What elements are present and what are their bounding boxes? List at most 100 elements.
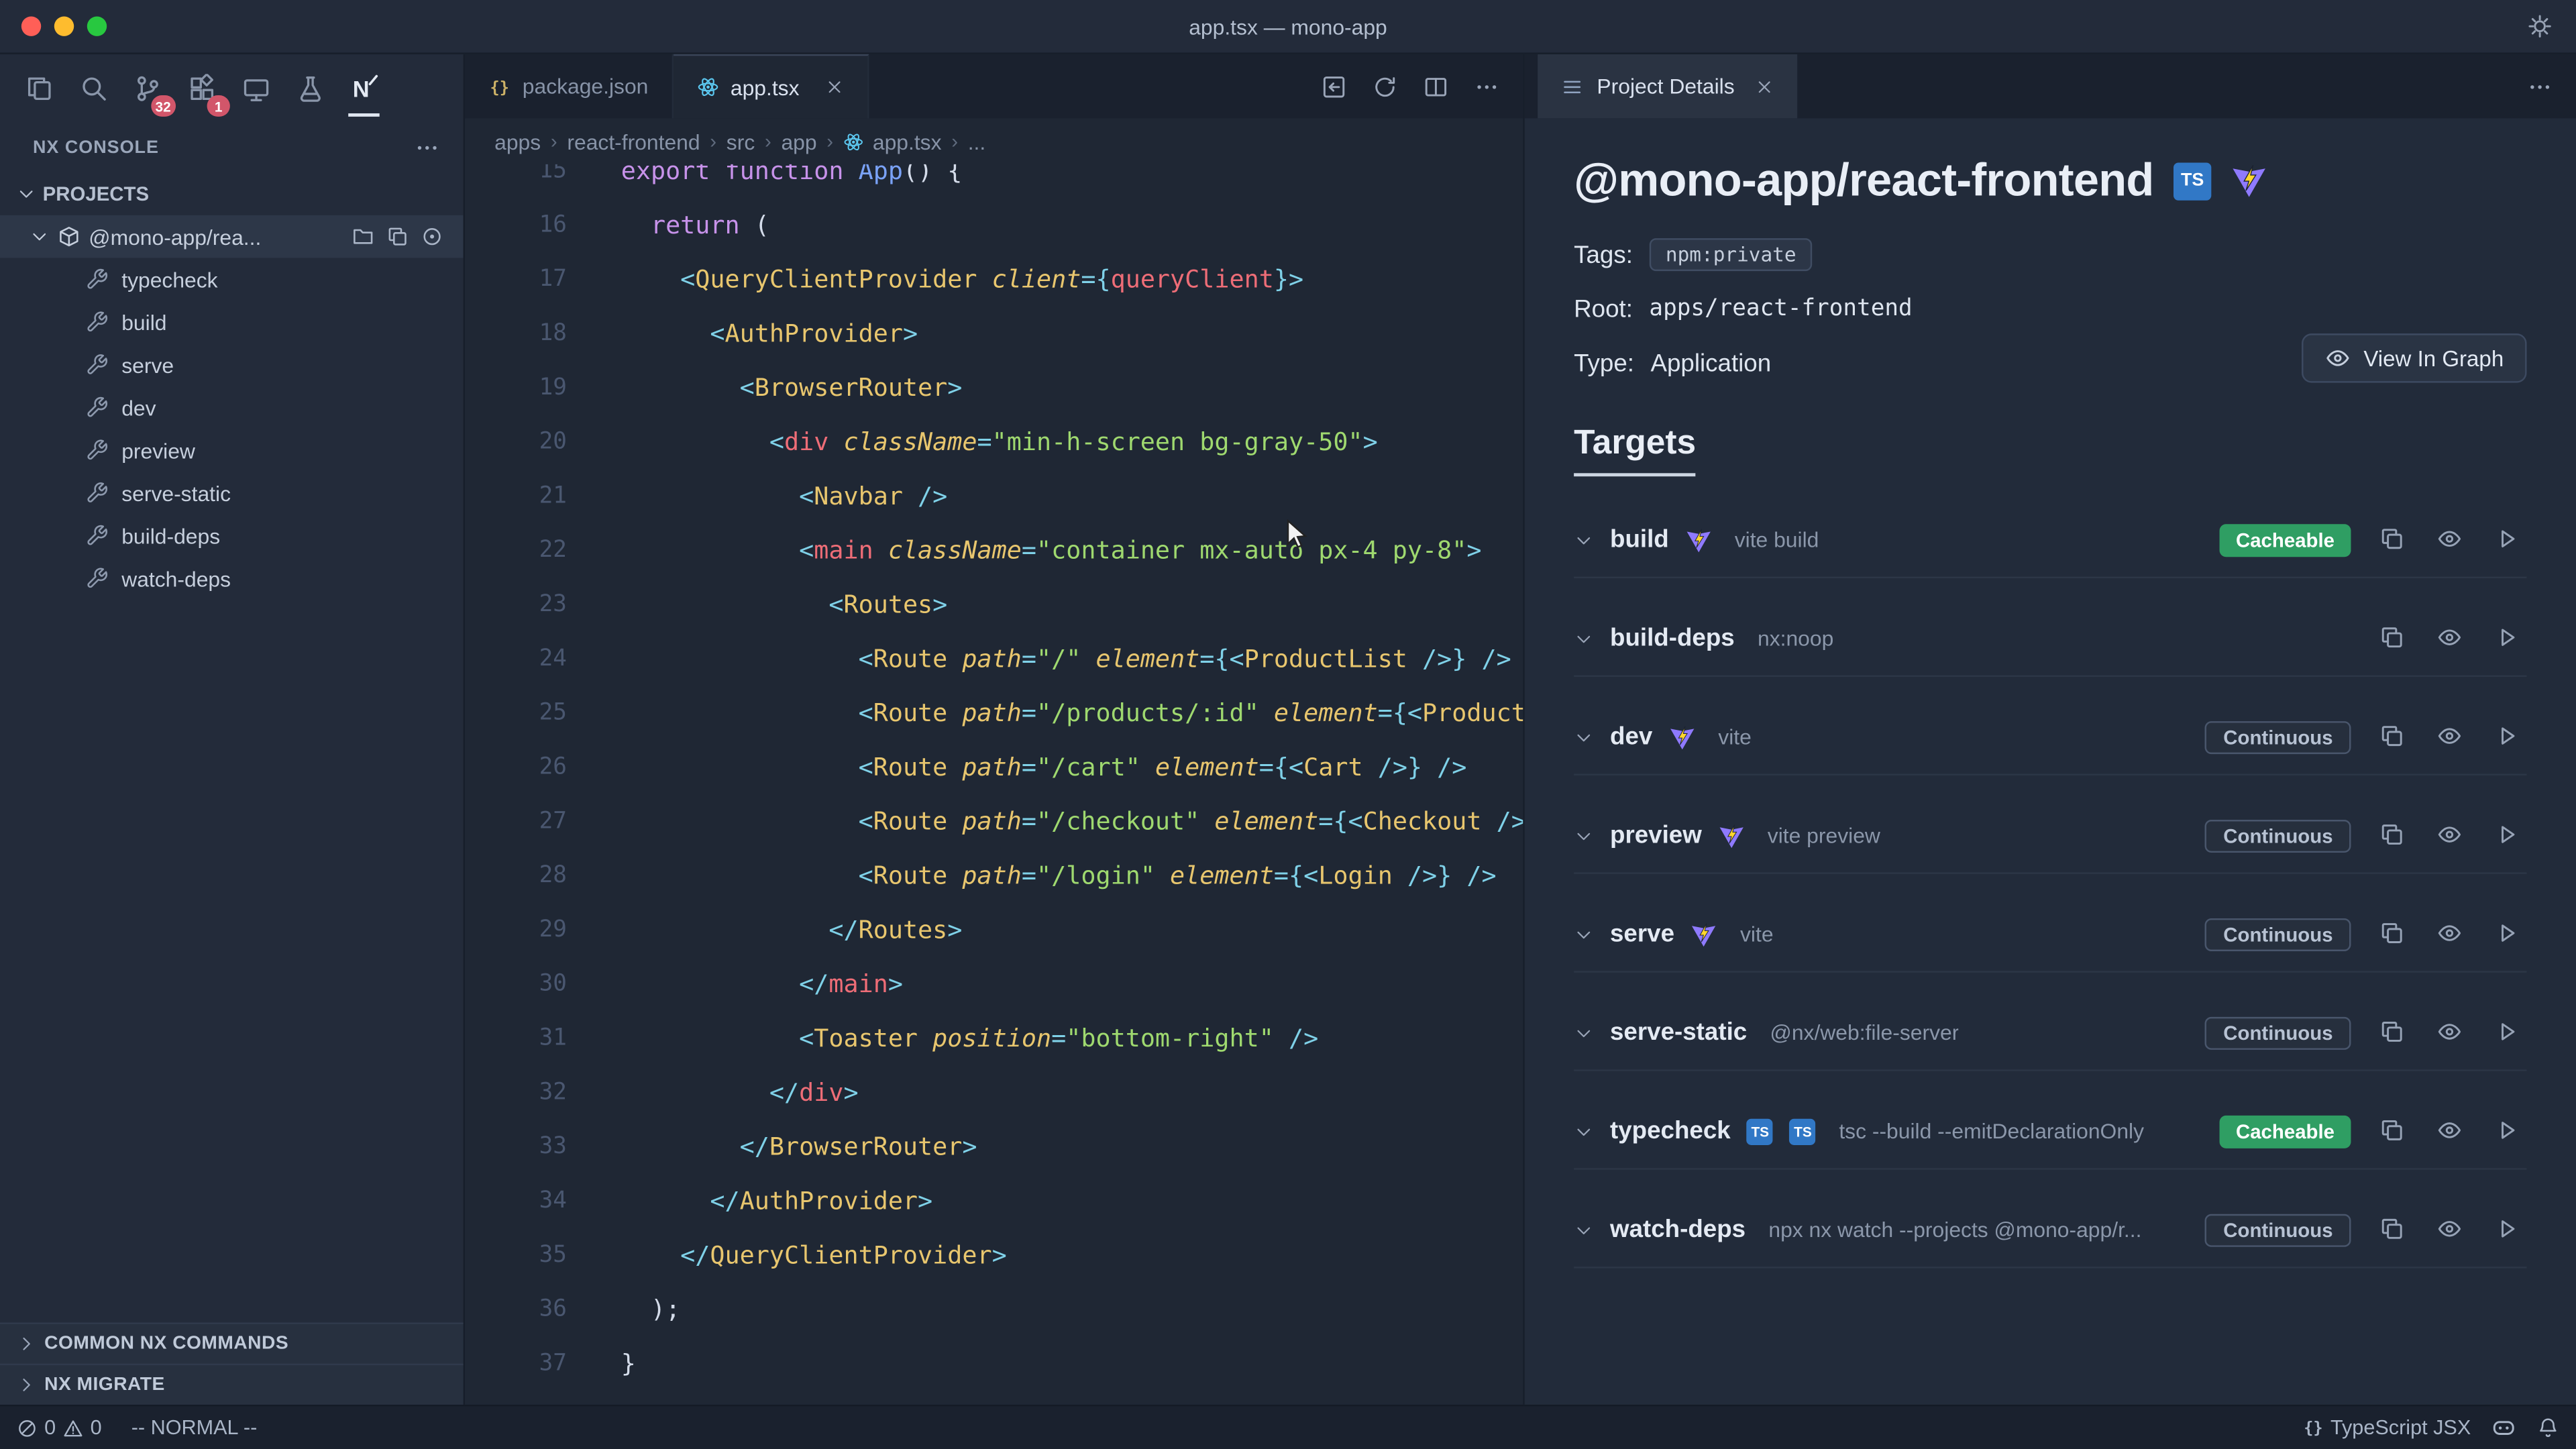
sidebar-target-preview[interactable]: preview xyxy=(0,429,464,472)
settings-gear-icon[interactable] xyxy=(2527,13,2553,40)
zoom-window-button[interactable] xyxy=(87,16,107,36)
source-control-activity-button[interactable]: 32 xyxy=(121,59,172,118)
tab-app-tsx[interactable]: app.tsx xyxy=(673,54,868,119)
target-row-serve[interactable]: serveviteContinuous xyxy=(1574,897,2526,973)
copy-task-button[interactable] xyxy=(2379,1116,2408,1146)
expand-target-icon[interactable] xyxy=(1574,924,1593,944)
tab-package-json[interactable]: {}package.json xyxy=(465,54,673,119)
view-task-details-button[interactable] xyxy=(2436,623,2466,653)
remote-activity-button[interactable] xyxy=(230,59,281,118)
more-icon[interactable] xyxy=(1474,73,1500,99)
folder-icon[interactable] xyxy=(352,225,374,248)
expand-target-icon[interactable] xyxy=(1574,727,1593,747)
explorer-activity-button[interactable] xyxy=(13,59,64,118)
view-task-details-button[interactable] xyxy=(2436,722,2466,751)
target-icon[interactable] xyxy=(421,225,443,248)
run-task-button[interactable] xyxy=(2494,1215,2524,1244)
target-name: serve-static xyxy=(1610,1018,1747,1046)
expand-target-icon[interactable] xyxy=(1574,530,1593,549)
run-task-button[interactable] xyxy=(2494,1116,2524,1146)
tree-item-project[interactable]: @mono-app/rea... xyxy=(0,215,464,258)
view-task-details-button[interactable] xyxy=(2436,1018,2466,1047)
breadcrumb-item-src[interactable]: src xyxy=(727,129,755,154)
play-icon xyxy=(2494,820,2520,847)
extensions-activity-button[interactable]: 1 xyxy=(176,59,227,118)
refresh-icon[interactable] xyxy=(1372,73,1398,99)
minimize-window-button[interactable] xyxy=(54,16,74,36)
view-task-details-button[interactable] xyxy=(2436,919,2466,949)
copy-icon[interactable] xyxy=(386,225,409,248)
copy-task-button[interactable] xyxy=(2379,722,2408,751)
code-editor[interactable]: 15export function App() {16 return (17 <… xyxy=(465,164,1523,1405)
activity-bar: 321 N xyxy=(0,54,464,123)
code-text: <Route path="/checkout" element={<Checko… xyxy=(567,806,1523,835)
view-task-details-button[interactable] xyxy=(2436,1116,2466,1146)
target-row-typecheck[interactable]: typecheckTSTStsc --build --emitDeclarati… xyxy=(1574,1094,2526,1170)
braces-icon: {} xyxy=(2301,1416,2324,1439)
problems-indicator[interactable]: 0 0 xyxy=(16,1416,101,1439)
target-row-build[interactable]: buildvite buildCacheable xyxy=(1574,502,2526,578)
run-task-button[interactable] xyxy=(2494,623,2524,653)
section-nx-migrate[interactable]: NX MIGRATE xyxy=(0,1364,464,1405)
copy-task-button[interactable] xyxy=(2379,820,2408,850)
open-changes-icon[interactable] xyxy=(1321,73,1347,99)
target-actions xyxy=(2379,623,2526,653)
search-activity-button[interactable] xyxy=(67,59,118,118)
split-editor-icon[interactable] xyxy=(1423,73,1449,99)
run-task-button[interactable] xyxy=(2494,919,2524,949)
run-task-button[interactable] xyxy=(2494,525,2524,554)
notifications-bell-icon[interactable] xyxy=(2536,1416,2559,1439)
tags-row: Tags: npm:private xyxy=(1574,237,2526,273)
target-row-dev[interactable]: devviteContinuous xyxy=(1574,700,2526,775)
copy-task-button[interactable] xyxy=(2379,919,2408,949)
target-row-preview[interactable]: previewvite previewContinuous xyxy=(1574,798,2526,874)
breadcrumb-item-app-tsx[interactable]: app.tsx xyxy=(843,129,942,154)
sidebar-target-dev[interactable]: dev xyxy=(0,386,464,429)
tab-project-details[interactable]: Project Details xyxy=(1538,54,1796,119)
sidebar-target-serve-static[interactable]: serve-static xyxy=(0,472,464,515)
sidebar-target-serve[interactable]: serve xyxy=(0,343,464,386)
copy-task-button[interactable] xyxy=(2379,1215,2408,1244)
view-task-details-button[interactable] xyxy=(2436,1215,2466,1244)
sidebar-target-build-deps[interactable]: build-deps xyxy=(0,515,464,557)
target-badge: Cacheable xyxy=(2219,1115,2351,1148)
expand-target-icon[interactable] xyxy=(1574,826,1593,845)
run-task-button[interactable] xyxy=(2494,722,2524,751)
run-task-button[interactable] xyxy=(2494,820,2524,850)
target-row-build-deps[interactable]: build-depsnx:noop xyxy=(1574,601,2526,677)
view-in-graph-button[interactable]: View In Graph xyxy=(2301,333,2526,382)
target-row-watch-deps[interactable]: watch-depsnpx nx watch --projects @mono-… xyxy=(1574,1193,2526,1269)
breadcrumb-label: ... xyxy=(968,129,986,154)
view-task-details-button[interactable] xyxy=(2436,820,2466,850)
panel-more-actions-icon[interactable] xyxy=(2527,73,2553,99)
sidebar-more-actions-icon[interactable] xyxy=(414,135,440,161)
copilot-icon[interactable] xyxy=(2491,1415,2517,1441)
expand-target-icon[interactable] xyxy=(1574,1220,1593,1239)
section-common-nx-commands[interactable]: COMMON NX COMMANDS xyxy=(0,1322,464,1363)
breadcrumb-item--[interactable]: ... xyxy=(968,129,986,154)
copy-task-button[interactable] xyxy=(2379,623,2408,653)
sidebar-target-typecheck[interactable]: typecheck xyxy=(0,258,464,301)
language-indicator[interactable]: {} TypeScript JSX xyxy=(2301,1416,2471,1439)
nx-activity-button[interactable]: N xyxy=(338,59,389,118)
sidebar-target-build[interactable]: build xyxy=(0,301,464,343)
sidebar-target-watch-deps[interactable]: watch-deps xyxy=(0,557,464,600)
nx-icon: N xyxy=(349,74,378,103)
close-window-button[interactable] xyxy=(21,16,41,36)
copy-task-button[interactable] xyxy=(2379,525,2408,554)
expand-target-icon[interactable] xyxy=(1574,629,1593,648)
expand-target-icon[interactable] xyxy=(1574,1022,1593,1042)
close-panel-icon[interactable] xyxy=(1754,76,1774,96)
beaker-activity-button[interactable] xyxy=(284,59,335,118)
line-number: 38 xyxy=(465,1404,567,1405)
tree-section-projects[interactable]: PROJECTS xyxy=(0,172,464,215)
close-tab-icon[interactable] xyxy=(824,77,843,97)
breadcrumb-item-react-frontend[interactable]: react-frontend xyxy=(567,129,700,154)
breadcrumb-item-app[interactable]: app xyxy=(781,129,816,154)
breadcrumb-item-apps[interactable]: apps xyxy=(494,129,541,154)
run-task-button[interactable] xyxy=(2494,1018,2524,1047)
copy-task-button[interactable] xyxy=(2379,1018,2408,1047)
view-task-details-button[interactable] xyxy=(2436,525,2466,554)
expand-target-icon[interactable] xyxy=(1574,1121,1593,1140)
target-row-serve-static[interactable]: serve-static@nx/web:file-serverContinuou… xyxy=(1574,996,2526,1071)
